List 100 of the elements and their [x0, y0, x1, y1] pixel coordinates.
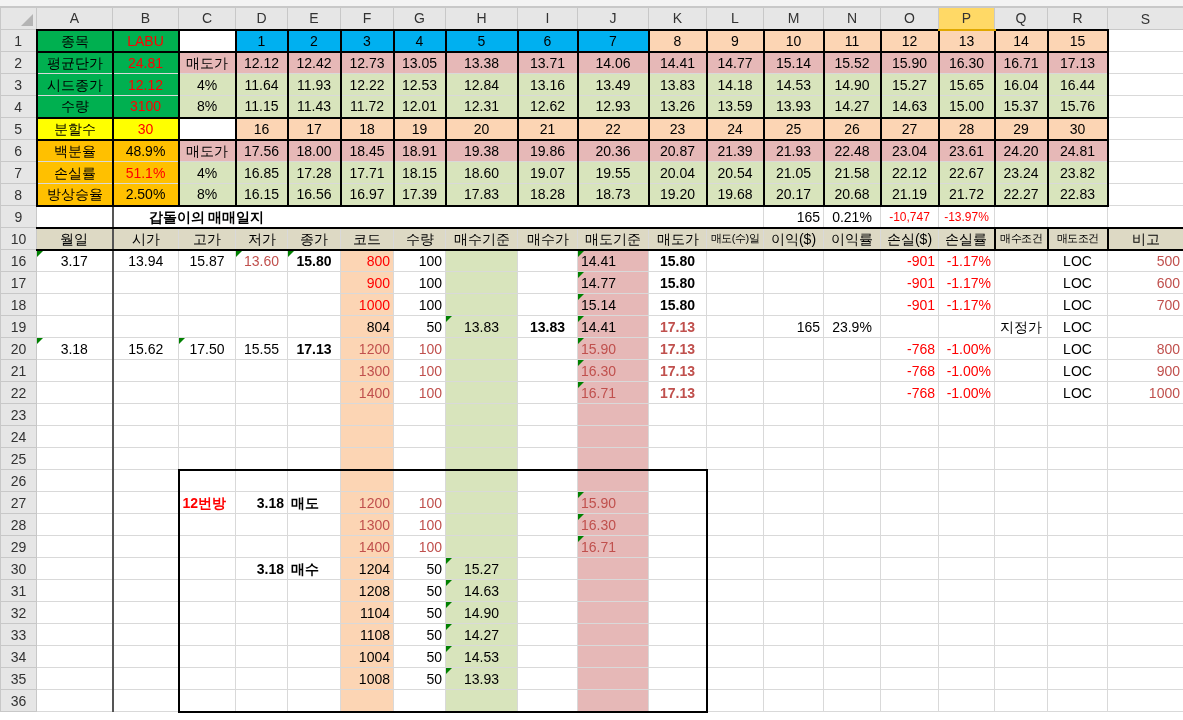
column-header[interactable]: B — [112, 7, 179, 30]
table-cell: 6 — [517, 29, 578, 52]
row-header[interactable]: 29 — [0, 535, 37, 558]
row-header[interactable]: 31 — [0, 579, 37, 602]
column-header[interactable]: A — [36, 7, 113, 30]
row-header[interactable]: 27 — [0, 491, 37, 514]
table-cell: LOC — [1047, 381, 1108, 404]
select-all-icon[interactable] — [21, 14, 33, 26]
table-cell: -1.17% — [938, 293, 995, 316]
row-header[interactable]: 24 — [0, 425, 37, 448]
row-header[interactable]: 5 — [0, 117, 37, 140]
row-header[interactable]: 23 — [0, 403, 37, 426]
table-cell: 100 — [393, 535, 446, 558]
column-header[interactable]: F — [340, 7, 394, 30]
table-cell: 3.17 — [36, 249, 113, 272]
row-header[interactable]: 10 — [0, 227, 37, 250]
column-header[interactable]: J — [577, 7, 649, 30]
table-cell: -1.00% — [938, 381, 995, 404]
row-header[interactable]: 19 — [0, 315, 37, 338]
row-header[interactable]: 34 — [0, 645, 37, 668]
row-header[interactable]: 26 — [0, 469, 37, 492]
column-header[interactable]: Q — [994, 7, 1048, 30]
table-cell: 165 — [763, 315, 824, 338]
table-cell: 17.13 — [648, 359, 707, 382]
table-cell: 3.18 — [36, 337, 113, 360]
row-header[interactable]: 36 — [0, 689, 37, 712]
column-header[interactable]: L — [706, 7, 764, 30]
row-header[interactable]: 3 — [0, 73, 37, 96]
column-header[interactable]: I — [517, 7, 578, 30]
row-header[interactable]: 25 — [0, 447, 37, 470]
row-header[interactable]: 35 — [0, 667, 37, 690]
column-header[interactable]: N — [823, 7, 881, 30]
column-header[interactable]: S — [1107, 7, 1183, 30]
table-cell: 15.80 — [287, 249, 341, 272]
table-header-cell: 이익률 — [823, 227, 881, 250]
table-cell: 12 — [880, 29, 939, 52]
table-cell: 13.60 — [235, 249, 288, 272]
table-cell: 100 — [393, 381, 446, 404]
table-cell: 방상승율 — [36, 183, 113, 206]
column-header[interactable]: E — [287, 7, 341, 30]
row-header[interactable]: 20 — [0, 337, 37, 360]
column-header[interactable]: P — [938, 7, 995, 30]
table-cell: 3 — [340, 29, 394, 52]
table-header-cell: 비고 — [1107, 227, 1183, 250]
table-cell: 100 — [393, 271, 446, 294]
row-header[interactable]: 17 — [0, 271, 37, 294]
table-cell: 3.18 — [235, 557, 288, 580]
table-header-cell: 매수조건 — [994, 227, 1048, 250]
table-header-cell: 매도조건 — [1047, 227, 1108, 250]
column-header[interactable]: H — [445, 7, 518, 30]
table-cell: 17.50 — [178, 337, 236, 360]
column-header[interactable]: O — [880, 7, 939, 30]
row-header[interactable]: 18 — [0, 293, 37, 316]
table-cell: LOC — [1047, 249, 1108, 272]
table-cell: 50 — [393, 667, 446, 690]
table-cell: 15.87 — [178, 249, 236, 272]
table-cell: 1 — [235, 29, 288, 52]
column-header[interactable]: M — [763, 7, 824, 30]
row-header[interactable]: 21 — [0, 359, 37, 382]
table-cell: 15 — [1047, 29, 1108, 52]
column-header[interactable]: K — [648, 7, 707, 30]
table-cell: 9 — [706, 29, 764, 52]
table-cell: -901 — [880, 293, 939, 316]
table-cell: 2 — [287, 29, 341, 52]
table-cell: 100 — [393, 337, 446, 360]
table-cell: 수량 — [36, 95, 113, 118]
row-header[interactable]: 2 — [0, 51, 37, 74]
row-header[interactable]: 1 — [0, 29, 37, 52]
row-header[interactable]: 16 — [0, 249, 37, 272]
row-header[interactable]: 8 — [0, 183, 37, 206]
row-header[interactable]: 4 — [0, 95, 37, 118]
table-cell: 15.55 — [235, 337, 288, 360]
column-header[interactable]: G — [393, 7, 446, 30]
table-cell: 15.80 — [648, 293, 707, 316]
table-header-cell: 손실($) — [880, 227, 939, 250]
column-header[interactable]: C — [178, 7, 236, 30]
row-header[interactable]: 32 — [0, 601, 37, 624]
table-cell: LOC — [1047, 359, 1108, 382]
sheet-title: 갑돌이의 매매일지 — [112, 205, 764, 228]
row-header[interactable]: 33 — [0, 623, 37, 646]
table-header-cell: 시가 — [112, 227, 179, 250]
row-header[interactable]: 28 — [0, 513, 37, 536]
row-header[interactable]: 30 — [0, 557, 37, 580]
row-header[interactable]: 7 — [0, 161, 37, 184]
table-cell: 분할수 — [36, 117, 113, 140]
column-header[interactable]: D — [235, 7, 288, 30]
column-header[interactable]: R — [1047, 7, 1108, 30]
table-cell: 100 — [393, 359, 446, 382]
table-cell: 12번방 — [178, 491, 236, 514]
row-header[interactable]: 6 — [0, 139, 37, 162]
table-cell: 손실률 — [36, 161, 113, 184]
table-cell: 100 — [393, 491, 446, 514]
row-header[interactable]: 22 — [0, 381, 37, 404]
table-cell: 7 — [577, 29, 649, 52]
table-cell: 시드종가 — [36, 73, 113, 96]
row-header[interactable]: 9 — [0, 205, 37, 228]
table-header-cell: 이익($) — [763, 227, 824, 250]
table-cell: -901 — [880, 271, 939, 294]
table-cell: -901 — [880, 249, 939, 272]
table-cell: 50 — [393, 579, 446, 602]
